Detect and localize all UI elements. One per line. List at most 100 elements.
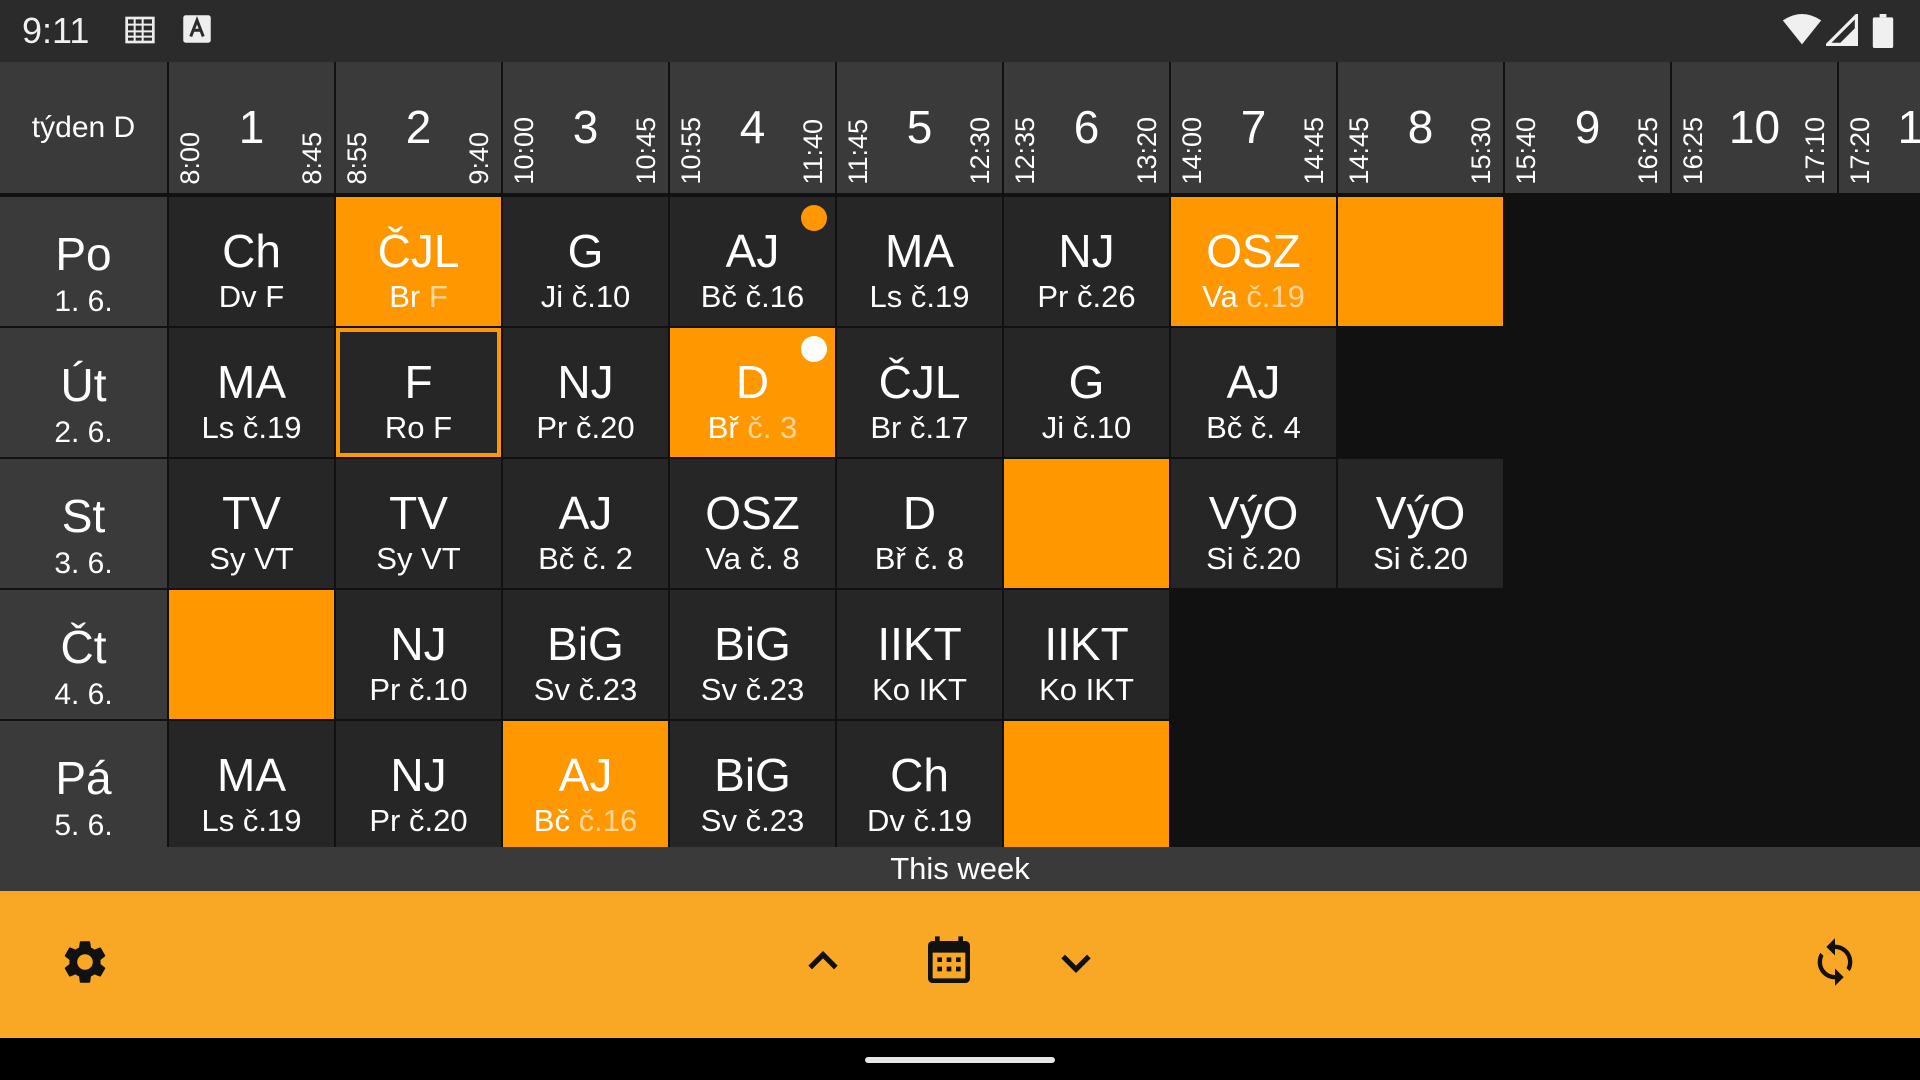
lesson-cell[interactable]: IIKT Ko IKT <box>1004 590 1169 719</box>
lesson-teacher: Va <box>705 541 742 576</box>
period-header: 6 12:35 13:20 <box>1004 62 1169 193</box>
settings-button[interactable] <box>40 919 130 1009</box>
lesson-info: Ls č.19 <box>169 803 334 839</box>
lesson-info: Ls č.19 <box>169 410 334 446</box>
lesson-subject: MA <box>885 225 954 277</box>
lesson-info: Bč č.16 <box>670 279 835 315</box>
lesson-cell[interactable]: TV Sy VT <box>169 459 334 588</box>
period-start-time: 12:35 <box>1010 117 1040 185</box>
lesson-info: Si č.20 <box>1338 541 1503 577</box>
lesson-cell[interactable]: NJ Pr č.10 <box>336 590 501 719</box>
lesson-cell[interactable]: D Bř č. 3 <box>670 328 835 457</box>
status-bar: 9:11 <box>0 0 1920 62</box>
day-date: 2. 6. <box>54 416 113 449</box>
lesson-info: Si č.20 <box>1171 541 1336 577</box>
lesson-cell[interactable]: D Bř č. 8 <box>837 459 1002 588</box>
home-gesture-pill[interactable] <box>865 1057 1055 1063</box>
lesson-cell[interactable]: NJ Pr č.26 <box>1004 197 1169 326</box>
day-label: Út 2. 6. <box>0 328 167 457</box>
previous-week-button[interactable] <box>778 919 868 1009</box>
lesson-cell[interactable]: OSZ Va č. 8 <box>670 459 835 588</box>
lesson-cell[interactable]: VýO Si č.20 <box>1171 459 1336 588</box>
lesson-cell[interactable]: G Ji č.10 <box>1004 328 1169 457</box>
lesson-info: Ji č.10 <box>1004 410 1169 446</box>
empty-lesson-cell[interactable] <box>1004 721 1169 850</box>
lesson-info: Bč č. 4 <box>1171 410 1336 446</box>
lesson-cell[interactable]: ČJL Br č.17 <box>837 328 1002 457</box>
lesson-cell[interactable]: AJ Bč č. 2 <box>503 459 668 588</box>
lesson-subject: OSZ <box>705 487 800 539</box>
lesson-cell[interactable]: NJ Pr č.20 <box>336 721 501 850</box>
lesson-info: Ro F <box>340 410 497 446</box>
lesson-room: č.10 <box>571 279 631 314</box>
day-label: St 3. 6. <box>0 459 167 588</box>
lesson-info: Br č.17 <box>837 410 1002 446</box>
lesson-cell[interactable]: IIKT Ko IKT <box>837 590 1002 719</box>
period-header: 2 8:55 9:40 <box>336 62 501 193</box>
period-end-time: 10:45 <box>631 117 661 185</box>
lesson-cell[interactable]: BiG Sv č.23 <box>670 721 835 850</box>
lesson-room: VT <box>254 541 294 576</box>
lesson-teacher: Pr <box>1037 279 1069 314</box>
lesson-room: č.26 <box>1077 279 1136 314</box>
lesson-cell[interactable]: AJ Bč č. 4 <box>1171 328 1336 457</box>
lesson-info: Bč č.16 <box>503 803 668 839</box>
lesson-subject: BiG <box>547 618 624 670</box>
lesson-room: č.20 <box>409 803 468 838</box>
lesson-teacher: Br <box>870 410 902 445</box>
lesson-teacher: Pr <box>536 410 568 445</box>
lesson-room: č.23 <box>745 803 805 838</box>
lesson-teacher: Dv <box>218 279 257 314</box>
lesson-subject: D <box>735 356 770 408</box>
lesson-teacher: Ls <box>201 410 235 445</box>
lesson-info: Pr č.20 <box>336 803 501 839</box>
lesson-cell[interactable]: F Ro F <box>336 328 501 457</box>
lesson-cell[interactable]: TV Sy VT <box>336 459 501 588</box>
lesson-room: F <box>428 279 448 314</box>
lesson-info: Pr č.20 <box>503 410 668 446</box>
day-date: 4. 6. <box>54 678 113 711</box>
lesson-cell[interactable]: MA Ls č.19 <box>169 721 334 850</box>
lesson-subject: G <box>567 225 604 277</box>
lesson-cell[interactable]: Ch Dv F <box>169 197 334 326</box>
lesson-subject: NJ <box>390 618 447 670</box>
lesson-cell[interactable]: NJ Pr č.20 <box>503 328 668 457</box>
lesson-teacher: Ko <box>1039 672 1078 707</box>
calendar-button[interactable] <box>904 919 994 1009</box>
lesson-cell[interactable]: VýO Si č.20 <box>1338 459 1503 588</box>
lesson-info: Ls č.19 <box>837 279 1002 315</box>
lesson-cell[interactable]: MA Ls č.19 <box>837 197 1002 326</box>
empty-lesson-cell[interactable] <box>169 590 334 719</box>
period-start-time: 17:20 <box>1845 117 1875 185</box>
notification-dot <box>801 205 827 231</box>
day-name: Čt <box>60 621 107 673</box>
lesson-cell[interactable]: ČJL Br F <box>336 197 501 326</box>
lesson-teacher: Br <box>389 279 421 314</box>
empty-lesson-cell[interactable] <box>1004 459 1169 588</box>
lesson-cell[interactable]: AJ Bč č.16 <box>670 197 835 326</box>
lesson-cell[interactable]: OSZ Va č.19 <box>1171 197 1336 326</box>
next-week-button[interactable] <box>1031 919 1121 1009</box>
lesson-cell[interactable]: G Ji č.10 <box>503 197 668 326</box>
sync-button[interactable] <box>1790 919 1880 1009</box>
lesson-cell[interactable]: MA Ls č.19 <box>169 328 334 457</box>
lesson-info: Br F <box>336 279 501 315</box>
lesson-cell[interactable]: BiG Sv č.23 <box>670 590 835 719</box>
lesson-teacher: Si <box>1373 541 1401 576</box>
week-label[interactable]: týden D <box>0 62 167 193</box>
navigation-bar <box>0 1038 1920 1080</box>
lesson-cell[interactable]: BiG Sv č.23 <box>503 590 668 719</box>
lesson-info: Bř č. 8 <box>837 541 1002 577</box>
period-start-time: 16:25 <box>1678 117 1708 185</box>
lesson-teacher: Ls <box>201 803 235 838</box>
lesson-teacher: Bč <box>533 803 570 838</box>
lesson-cell[interactable]: AJ Bč č.16 <box>503 721 668 850</box>
empty-lesson-cell[interactable] <box>1338 197 1503 326</box>
period-header: 1 8:00 8:45 <box>169 62 334 193</box>
lesson-room: F <box>433 410 453 445</box>
period-end-time: 8:45 <box>297 132 327 185</box>
period-start-time: 8:00 <box>175 132 205 185</box>
lesson-cell[interactable]: Ch Dv č.19 <box>837 721 1002 850</box>
day-label: Po 1. 6. <box>0 197 167 326</box>
lesson-info: Bč č. 2 <box>503 541 668 577</box>
